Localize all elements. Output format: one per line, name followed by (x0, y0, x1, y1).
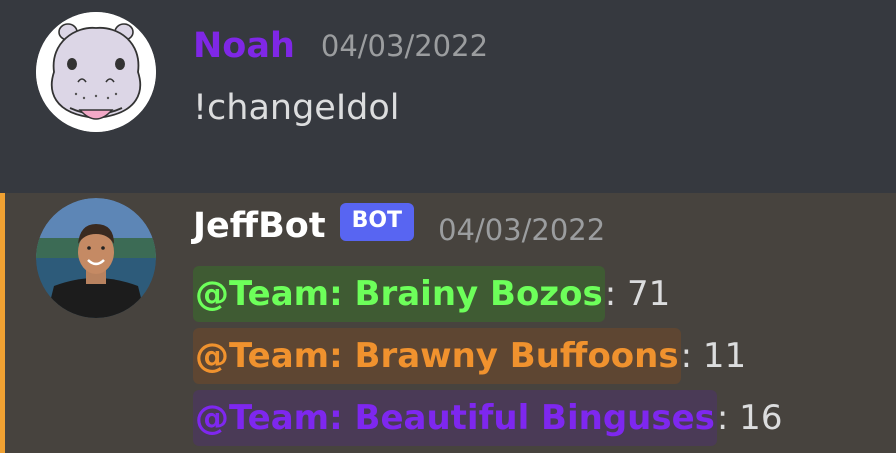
message-header: JeffBot BOT 04/03/2022 (193, 201, 605, 251)
timestamp: 04/03/2022 (320, 29, 489, 63)
message-header: Noah 04/03/2022 (193, 24, 488, 68)
person-avatar-icon (36, 198, 156, 318)
team-count: : 71 (604, 274, 671, 314)
team-mention[interactable]: @Team: Beautiful Binguses (193, 390, 717, 446)
message-noah: Noah 04/03/2022 !changeIdol (0, 0, 896, 193)
message-content: !changeIdol (193, 88, 400, 128)
team-count-line: @Team: Brawny Buffoons: 11 (193, 325, 782, 387)
avatar-noah[interactable] (36, 12, 156, 132)
team-mention[interactable]: @Team: Brawny Buffoons (193, 328, 681, 384)
username[interactable]: JeffBot (193, 204, 326, 248)
team-mention[interactable]: @Team: Brainy Bozos (193, 266, 605, 322)
hippo-icon (36, 12, 156, 132)
team-count: : 11 (680, 336, 747, 376)
message-jeffbot: JeffBot BOT 04/03/2022 @Team: Brainy Boz… (0, 193, 896, 453)
message-content: @Team: Brainy Bozos: 71 @Team: Brawny Bu… (193, 263, 782, 449)
team-count-line: @Team: Brainy Bozos: 71 (193, 263, 782, 325)
timestamp: 04/03/2022 (438, 213, 606, 247)
avatar-jeffbot[interactable] (36, 198, 156, 318)
team-count-line: @Team: Beautiful Binguses: 16 (193, 387, 782, 449)
mention-highlight-bar (0, 193, 5, 453)
bot-tag: BOT (339, 203, 415, 241)
username[interactable]: Noah (193, 24, 295, 68)
team-count: : 16 (716, 398, 783, 438)
